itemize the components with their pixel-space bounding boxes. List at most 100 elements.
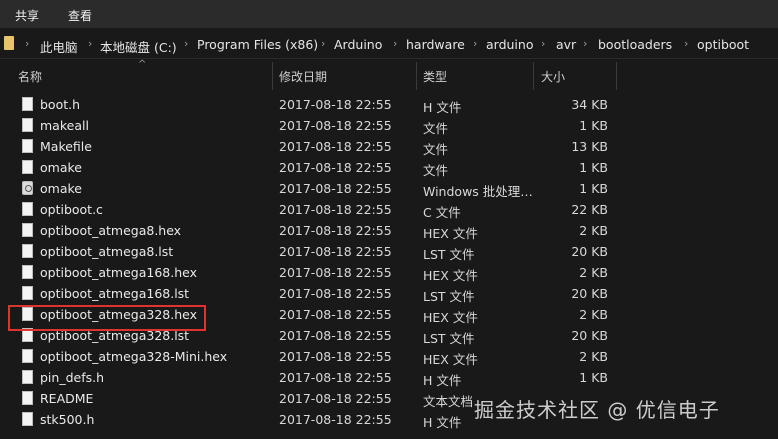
file-size: 1 KB xyxy=(579,118,608,133)
list-item[interactable]: omake 2017-08-18 22:55 Windows 批处理… 1 KB xyxy=(0,178,778,199)
file-size: 2 KB xyxy=(579,349,608,364)
file-size: 20 KB xyxy=(571,244,608,259)
highlight-box xyxy=(8,305,206,331)
chevron-right-icon[interactable]: › xyxy=(25,37,29,50)
tab-share[interactable]: 共享 xyxy=(15,7,39,24)
file-size: 2 KB xyxy=(579,223,608,238)
file-size: 34 KB xyxy=(571,97,608,112)
file-size: 2 KB xyxy=(579,265,608,280)
file-type: H 文件 xyxy=(423,100,462,115)
address-bar[interactable]: › 此电脑 › 本地磁盘 (C:) › Program Files (x86) … xyxy=(0,30,778,59)
file-type: LST 文件 xyxy=(423,247,475,262)
list-item[interactable]: optiboot_atmega8.lst 2017-08-18 22:55 LS… xyxy=(0,241,778,262)
column-divider[interactable] xyxy=(416,62,417,90)
chevron-right-icon[interactable]: › xyxy=(583,37,587,50)
file-type: LST 文件 xyxy=(423,331,475,346)
file-type: 文件 xyxy=(423,142,449,157)
file-type: HEX 文件 xyxy=(423,268,478,283)
column-divider[interactable] xyxy=(272,62,273,90)
file-name: boot.h xyxy=(40,97,81,112)
file-date: 2017-08-18 22:55 xyxy=(279,391,392,406)
tab-view[interactable]: 查看 xyxy=(68,7,92,24)
ribbon: 共享 查看 xyxy=(0,0,778,28)
column-type[interactable]: 类型 xyxy=(423,68,447,85)
column-name[interactable]: 名称 xyxy=(18,68,42,85)
file-name: optiboot.c xyxy=(40,202,103,217)
file-name: omake xyxy=(40,181,82,196)
file-size: 22 KB xyxy=(571,202,608,217)
chevron-right-icon[interactable]: › xyxy=(473,37,477,50)
list-item[interactable]: optiboot_atmega328-Mini.hex 2017-08-18 2… xyxy=(0,346,778,367)
file-size: 20 KB xyxy=(571,286,608,301)
list-item[interactable]: pin_defs.h 2017-08-18 22:55 H 文件 1 KB xyxy=(0,367,778,388)
column-size[interactable]: 大小 xyxy=(541,68,565,85)
breadcrumb-optiboot[interactable]: optiboot xyxy=(697,37,749,52)
file-name: optiboot_atmega8.hex xyxy=(40,223,182,238)
column-date[interactable]: 修改日期 xyxy=(279,68,327,85)
breadcrumb-arduino[interactable]: Arduino xyxy=(334,37,382,52)
batch-file-icon xyxy=(22,181,33,195)
file-icon xyxy=(22,349,33,363)
file-size: 1 KB xyxy=(579,160,608,175)
file-size: 13 KB xyxy=(571,139,608,154)
file-name: pin_defs.h xyxy=(40,370,105,385)
list-item[interactable]: optiboot.c 2017-08-18 22:55 C 文件 22 KB xyxy=(0,199,778,220)
list-item[interactable]: optiboot_atmega168.hex 2017-08-18 22:55 … xyxy=(0,262,778,283)
file-date: 2017-08-18 22:55 xyxy=(279,328,392,343)
list-item[interactable]: makeall 2017-08-18 22:55 文件 1 KB xyxy=(0,115,778,136)
column-divider[interactable] xyxy=(616,62,617,90)
file-icon xyxy=(22,139,33,153)
file-icon xyxy=(22,202,33,216)
file-date: 2017-08-18 22:55 xyxy=(279,307,392,322)
file-type: H 文件 xyxy=(423,415,462,430)
file-type: Windows 批处理… xyxy=(423,184,533,199)
breadcrumb-arduino-sub[interactable]: arduino xyxy=(486,37,533,52)
file-icon xyxy=(22,412,33,426)
file-type: 文件 xyxy=(423,163,449,178)
file-type: 文本文档 xyxy=(423,394,474,409)
file-date: 2017-08-18 22:55 xyxy=(279,139,392,154)
chevron-right-icon[interactable]: › xyxy=(88,37,92,50)
breadcrumb-avr[interactable]: avr xyxy=(556,37,576,52)
file-date: 2017-08-18 22:55 xyxy=(279,181,392,196)
file-date: 2017-08-18 22:55 xyxy=(279,412,392,427)
column-divider[interactable] xyxy=(533,62,534,90)
chevron-right-icon[interactable]: › xyxy=(541,37,545,50)
chevron-right-icon[interactable]: › xyxy=(393,37,397,50)
file-icon xyxy=(22,223,33,237)
file-date: 2017-08-18 22:55 xyxy=(279,244,392,259)
sort-up-icon: ^ xyxy=(138,59,147,70)
breadcrumb-this-pc[interactable]: 此电脑 xyxy=(40,37,78,56)
file-date: 2017-08-18 22:55 xyxy=(279,202,392,217)
list-item[interactable]: omake 2017-08-18 22:55 文件 1 KB xyxy=(0,157,778,178)
chevron-right-icon[interactable]: › xyxy=(321,37,325,50)
list-item[interactable]: boot.h 2017-08-18 22:55 H 文件 34 KB xyxy=(0,94,778,115)
file-icon xyxy=(22,370,33,384)
folder-icon xyxy=(4,36,14,50)
file-name: makeall xyxy=(40,118,89,133)
breadcrumb-hardware[interactable]: hardware xyxy=(406,37,465,52)
file-name: stk500.h xyxy=(40,412,95,427)
file-type: HEX 文件 xyxy=(423,226,478,241)
file-icon xyxy=(22,244,33,258)
list-item[interactable]: optiboot_atmega168.lst 2017-08-18 22:55 … xyxy=(0,283,778,304)
file-name: optiboot_atmega168.hex xyxy=(40,265,197,280)
column-header: ^ 名称 修改日期 类型 大小 xyxy=(0,59,778,90)
file-type: LST 文件 xyxy=(423,289,475,304)
file-date: 2017-08-18 22:55 xyxy=(279,370,392,385)
file-type: HEX 文件 xyxy=(423,352,478,367)
file-icon xyxy=(22,286,33,300)
file-size: 20 KB xyxy=(571,328,608,343)
file-size: 1 KB xyxy=(579,370,608,385)
chevron-right-icon[interactable]: › xyxy=(184,37,188,50)
list-item[interactable]: Makefile 2017-08-18 22:55 文件 13 KB xyxy=(0,136,778,157)
chevron-right-icon[interactable]: › xyxy=(684,37,688,50)
breadcrumb-bootloaders[interactable]: bootloaders xyxy=(598,37,672,52)
file-name: omake xyxy=(40,160,82,175)
breadcrumb-program-files[interactable]: Program Files (x86) xyxy=(197,37,318,52)
file-name: optiboot_atmega8.lst xyxy=(40,244,174,259)
list-item[interactable]: optiboot_atmega8.hex 2017-08-18 22:55 HE… xyxy=(0,220,778,241)
file-type: H 文件 xyxy=(423,373,462,388)
breadcrumb-c-drive[interactable]: 本地磁盘 (C:) xyxy=(100,37,177,56)
file-type: HEX 文件 xyxy=(423,310,478,325)
